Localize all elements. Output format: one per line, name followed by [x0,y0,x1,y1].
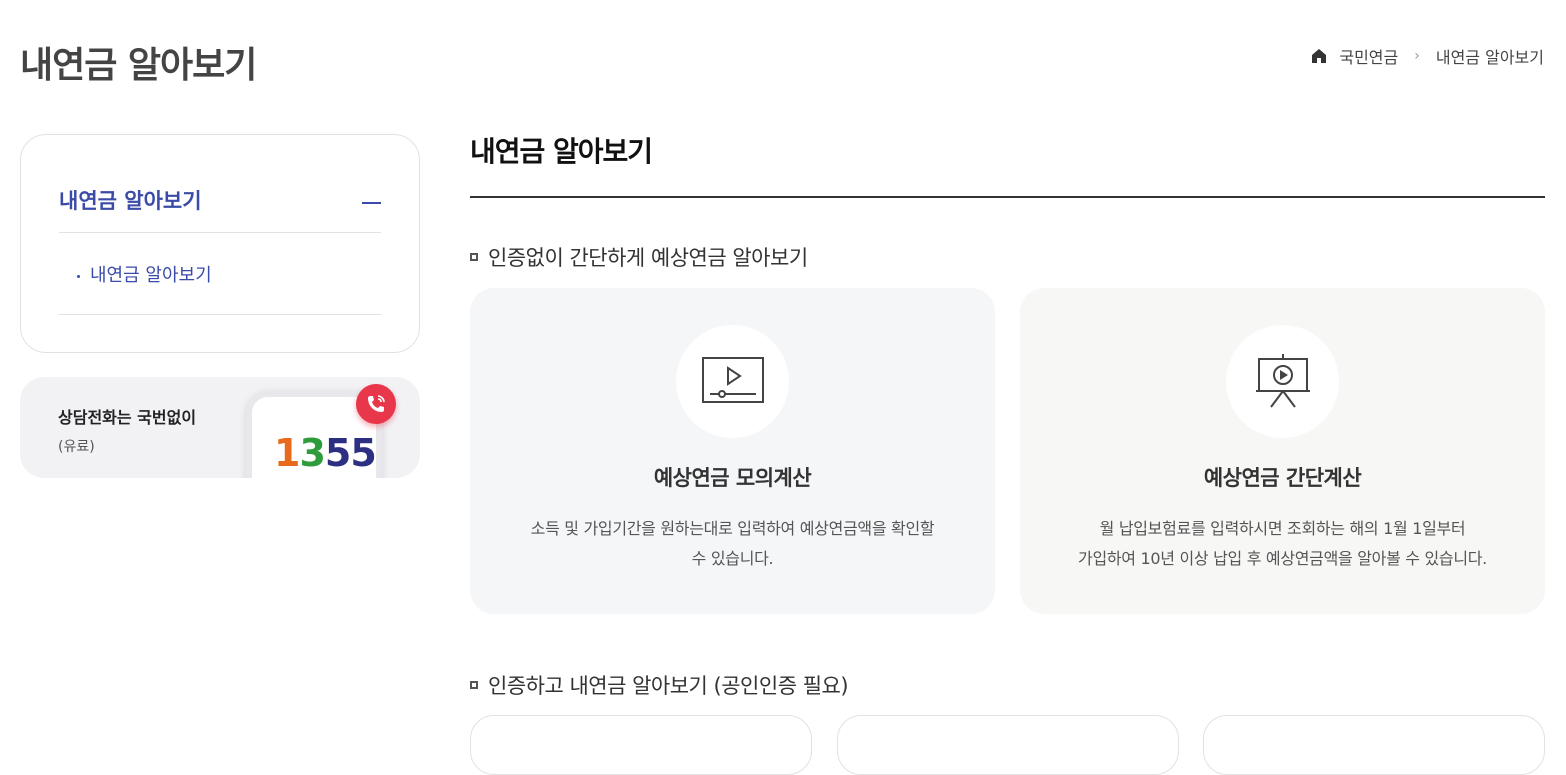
card-simulation-calc[interactable]: 예상연금 모의계산 소득 및 가입기간을 원하는대로 입력하여 예상연금액을 확… [470,288,995,614]
call-number-digit: 3 [299,431,325,475]
call-number-digit: 1 [274,431,300,475]
phone-call-icon [356,384,396,424]
auth-card[interactable] [837,715,1179,775]
square-bullet-icon [470,253,478,261]
card-description-line: 소득 및 가입기간을 원하는대로 입력하여 예상연금액을 확인할 [530,519,935,538]
call-banner-note: (유료) [58,439,95,455]
card-description-line: 월 납입보험료를 입력하시면 조회하는 해의 1월 1일부터 [1099,519,1466,538]
section-title-with-auth: 인증하고 내연금 알아보기 (공인인증 필요) [470,670,849,700]
square-bullet-icon [470,681,478,689]
section-title-label: 인증없이 간단하게 예상연금 알아보기 [488,246,808,270]
card-description: 월 납입보험료를 입력하시면 조회하는 해의 1월 1일부터 가입하여 10년 … [1020,514,1545,574]
sidenav-heading[interactable]: 내연금 알아보기 [59,185,381,233]
card-title: 예상연금 간단계산 [1203,466,1362,490]
breadcrumb: 국민연금 › 내연금 알아보기 [1311,44,1544,68]
side-navigation: 내연금 알아보기 내연금 알아보기 [20,134,420,353]
section-title-label: 인증하고 내연금 알아보기 (공인인증 필요) [488,674,849,698]
breadcrumb-item-current[interactable]: 내연금 알아보기 [1436,44,1544,68]
call-center-banner[interactable]: 상담전화는 국번없이 (유료) 1355 [20,377,420,478]
home-icon[interactable] [1311,48,1327,64]
breadcrumb-separator-icon: › [1414,48,1420,64]
sidenav-item-label: 내연금 알아보기 [90,265,212,286]
auth-card[interactable] [1203,715,1545,775]
main-content: 내연금 알아보기 인증없이 간단하게 예상연금 알아보기 예상연금 모의계산 소… [470,130,1545,775]
page-title: 내연금 알아보기 [20,45,257,86]
video-player-icon [676,325,789,438]
sidenav-heading-label: 내연금 알아보기 [59,189,202,213]
call-number-digit: 5 [350,431,376,475]
call-number: 1355 [274,431,377,475]
minus-icon[interactable] [362,202,381,204]
call-number-digit: 5 [324,431,351,475]
card-title: 예상연금 모의계산 [653,466,812,490]
auth-card[interactable] [470,715,812,775]
card-description-line: 가입하여 10년 이상 납입 후 예상연금액을 알아볼 수 있습니다. [1078,549,1487,568]
bullet-icon [77,274,80,278]
section-title-no-auth: 인증없이 간단하게 예상연금 알아보기 [470,242,808,272]
sidenav-item-my-pension[interactable]: 내연금 알아보기 [59,261,381,315]
breadcrumb-item-national-pension[interactable]: 국민연금 [1339,44,1398,68]
call-banner-text: 상담전화는 국번없이 [58,408,197,427]
card-simple-calc[interactable]: 예상연금 간단계산 월 납입보험료를 입력하시면 조회하는 해의 1월 1일부터… [1020,288,1545,614]
card-description: 소득 및 가입기간을 원하는대로 입력하여 예상연금액을 확인할 수 있습니다. [470,514,995,574]
content-title: 내연금 알아보기 [470,130,1545,198]
card-description-line: 수 있습니다. [691,549,774,568]
presentation-easel-icon [1226,325,1339,438]
